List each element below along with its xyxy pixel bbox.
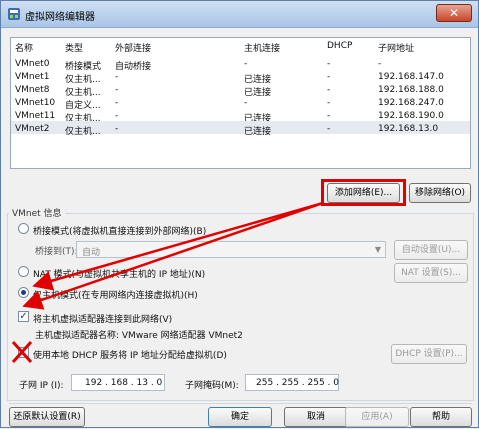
vmnet-info-title: VMnet 信息 — [9, 206, 65, 219]
cell-type: 仅主机... — [65, 127, 101, 137]
bridged-radio[interactable] — [18, 223, 29, 234]
cell-subnet: 192.168.13.0 — [378, 124, 439, 134]
column-header-type[interactable]: 类型 — [65, 41, 83, 54]
cell-name: VMnet2 — [15, 124, 50, 134]
table-row[interactable]: VMnet0 桥接模式 自动桥接 - - - — [11, 56, 470, 72]
table-row[interactable]: VMnet8 仅主机... - 已连接 - 192.168.188.0 — [11, 82, 470, 98]
column-header-host[interactable]: 主机连接 — [244, 41, 280, 54]
radio-selected-dot — [21, 290, 26, 295]
column-header-dhcp[interactable]: DHCP — [327, 41, 352, 51]
cell-dhcp: - — [327, 59, 331, 69]
cell-name: VMnet8 — [15, 85, 50, 95]
title-bar: 虚拟网络编辑器 ✕ — [1, 1, 478, 28]
connect-adapter-checkbox[interactable]: ✓ — [18, 311, 29, 322]
bridged-label: 桥接模式(将虚拟机直接连接到外部网络)(B) — [33, 227, 207, 237]
ok-button[interactable]: 确定 — [208, 407, 272, 427]
nat-label: NAT 模式(与虚拟机共享主机的 IP 地址)(N) — [33, 270, 206, 280]
cell-dhcp: - — [327, 72, 331, 82]
cell-name: VMnet0 — [15, 59, 50, 69]
adapter-name-label: 主机虚拟适配器名称: VMware 网络适配器 VMnet2 — [35, 331, 243, 341]
cell-dhcp: - — [327, 111, 331, 121]
virtual-network-editor-window: 虚拟网络编辑器 ✕ 名称 类型 外部连接 主机连接 DHCP 子网地址 VMne… — [0, 0, 479, 428]
cell-subnet: 192.168.188.0 — [378, 85, 444, 95]
cell-dhcp: - — [327, 124, 331, 134]
host-only-radio[interactable] — [18, 287, 29, 298]
remove-network-button[interactable]: 移除网络(O) — [409, 183, 471, 203]
subnet-ip-label: 子网 IP (I): — [19, 381, 64, 391]
bridged-to-select[interactable]: 自动 ▼ — [76, 241, 386, 258]
nat-radio[interactable] — [18, 266, 29, 277]
table-row[interactable]: VMnet10 自定义... - - - 192.168.247.0 — [11, 95, 470, 111]
list-header: 名称 类型 外部连接 主机连接 DHCP 子网地址 — [11, 38, 470, 54]
auto-settings-button[interactable]: 自动设置(U)... — [394, 240, 468, 260]
column-header-external[interactable]: 外部连接 — [115, 41, 151, 54]
cell-host: - — [244, 98, 248, 108]
connect-adapter-label: 将主机虚拟适配器连接到此网络(V) — [33, 315, 173, 325]
cell-name: VMnet1 — [15, 72, 50, 82]
add-network-button[interactable]: 添加网络(E)... — [327, 183, 400, 203]
subnet-ip-field[interactable]: 192 . 168 . 13 . 0 — [71, 374, 165, 391]
close-button[interactable]: ✕ — [436, 4, 472, 22]
host-only-label: 仅主机模式(在专用网络内连接虚拟机)(H) — [33, 291, 198, 301]
apply-button[interactable]: 应用(A) — [345, 407, 409, 427]
help-button[interactable]: 帮助 — [410, 407, 472, 427]
table-row[interactable]: VMnet1 仅主机... - 已连接 - 192.168.147.0 — [11, 69, 470, 85]
dhcp-label: 使用本地 DHCP 服务将 IP 地址分配给虚拟机(D) — [33, 351, 227, 361]
dhcp-checkbox[interactable] — [18, 347, 29, 358]
table-row-selected[interactable]: VMnet2 仅主机... - 已连接 - 192.168.13.0 — [11, 121, 470, 137]
cell-external: - — [115, 124, 119, 134]
checkmark-icon: ✓ — [19, 311, 28, 322]
cell-subnet: 192.168.147.0 — [378, 72, 444, 82]
restore-defaults-button[interactable]: 还原默认设置(R) — [9, 407, 85, 427]
cell-external: - — [115, 111, 119, 121]
window-title: 虚拟网络编辑器 — [25, 12, 95, 23]
column-header-subnet[interactable]: 子网地址 — [378, 41, 414, 54]
subnet-mask-label: 子网掩码(M): — [185, 381, 239, 391]
bridged-to-label: 桥接到(T): — [35, 247, 78, 257]
cell-dhcp: - — [327, 98, 331, 108]
column-header-name[interactable]: 名称 — [15, 41, 33, 54]
cell-dhcp: - — [327, 85, 331, 95]
table-row[interactable]: VMnet11 仅主机... - 已连接 - 192.168.190.0 — [11, 108, 470, 124]
subnet-mask-field[interactable]: 255 . 255 . 255 . 0 — [245, 374, 339, 391]
cell-external: - — [115, 98, 119, 108]
subnet-mask-value: 255 . 255 . 255 . 0 — [256, 378, 340, 388]
network-app-icon — [8, 8, 20, 20]
cell-host: 已连接 — [244, 127, 272, 137]
cell-subnet: 192.168.247.0 — [378, 98, 444, 108]
cell-external: - — [115, 72, 119, 82]
subnet-ip-value: 192 . 168 . 13 . 0 — [85, 378, 163, 388]
bottom-divider — [9, 403, 472, 404]
cell-name: VMnet11 — [15, 111, 56, 121]
cell-name: VMnet10 — [15, 98, 56, 108]
chevron-down-icon: ▼ — [374, 245, 381, 254]
cell-subnet: - — [378, 59, 382, 69]
cancel-button[interactable]: 取消 — [284, 407, 348, 427]
cell-external: - — [115, 85, 119, 95]
close-icon: ✕ — [448, 6, 460, 20]
network-list[interactable]: 名称 类型 外部连接 主机连接 DHCP 子网地址 VMnet0 桥接模式 自动… — [10, 37, 471, 169]
dhcp-settings-button[interactable]: DHCP 设置(P)... — [391, 344, 467, 364]
bridged-to-value: 自动 — [82, 248, 101, 258]
nat-settings-button[interactable]: NAT 设置(S)... — [394, 263, 468, 283]
cell-host: - — [244, 59, 248, 69]
cell-subnet: 192.168.190.0 — [378, 111, 444, 121]
